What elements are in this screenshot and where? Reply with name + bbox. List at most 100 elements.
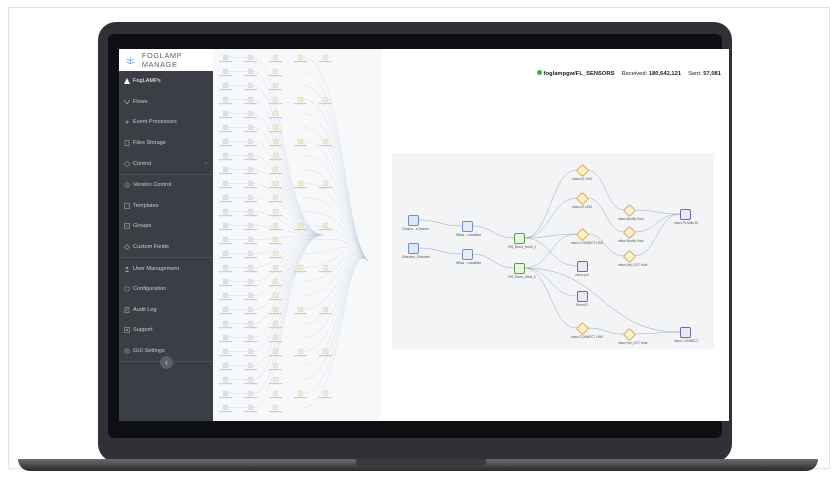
flow-node-icon [461,221,473,232]
sidebar-nav: FogLAMPs Flows Event Processors Files St… [119,71,213,363]
flow-node-icon [575,227,589,242]
laptop-notch [356,459,486,469]
flow-node-label: mbus Modify Host [618,217,644,221]
flow-node[interactable]: mbus CONNECT UNS [571,321,603,339]
flow-node[interactable]: Cleaner - sCleaner [402,215,429,231]
flow-canvas[interactable]: Cleaner - sCleaner Dissolver_Dissolver MBu… [392,153,714,349]
app-screen: FOGLAMP MANAGE FogLAMPs Flows Event Proc… [119,49,729,421]
flow-node-label: mbus AT UNS [572,177,592,181]
flow-edge [523,267,578,297]
sidebar-item-control[interactable]: Control › [119,153,213,175]
flow-node-label: mbus CONNECT [674,339,699,343]
sidebar-item-templates[interactable]: Templates [119,196,213,217]
custom-fields-icon [124,244,130,251]
flow-node-label: mbus CONNECT UNS [571,241,603,245]
settings-icon [124,348,130,354]
control-icon [124,161,130,167]
instance-status-bar: foglampgw/FL_SENSORS Received: 180,642,1… [536,70,721,77]
sidebar-item-label: User Management [133,265,180,272]
sidebar-item-groups[interactable]: Groups [119,216,213,237]
sidebar-item-support[interactable]: Support [119,320,213,341]
sidebar-item-label: Files Storage [133,140,166,147]
flow-node-icon [622,203,636,218]
sidebar-item-configuration[interactable]: Configuration [119,279,213,300]
flow-node-label: mbus Hst_GCT Host [618,341,648,345]
flow-node[interactable]: mbus AT UNS [571,191,593,209]
flow-node[interactable]: Rmm AT [571,291,593,307]
lightning-icon [125,119,129,126]
flow-node[interactable]: mbus Hst_GCT Host [618,249,648,267]
sidebar: FOGLAMP MANAGE FogLAMPs Flows Event Proc… [119,49,213,421]
sidebar-item-label: Templates [133,202,159,209]
flow-node-label: mbus Ps Mish AT [674,221,699,225]
foglamp-icon [124,78,130,85]
flow-node[interactable]: mbus CONNECT [674,327,699,343]
flow-node-icon [407,215,419,226]
flow-node-icon [622,225,636,240]
pipeline-overview[interactable] [213,49,381,421]
flow-node[interactable]: mbus Hst_GCT Host [618,327,648,345]
flow-node-label: mbus pul [575,273,589,277]
flow-node[interactable]: mbus Modify Host [618,225,644,243]
flow-node-icon [407,243,419,254]
flows-icon [124,99,130,105]
main-panel: foglampgw/FL_SENSORS Received: 180,642,1… [381,49,729,421]
flow-node-icon [576,261,588,272]
sidebar-item-flows[interactable]: Flows [119,92,213,113]
received-count: Received: 180,642,121 [621,70,682,77]
flow-node-icon [622,327,636,342]
sidebar-item-label: Support [133,327,153,334]
flow-node[interactable]: VW_Blood_West_4 [508,263,536,279]
flow-node-label: mbus Modify Host [618,239,644,243]
chevron-right-icon: › [205,160,207,167]
flow-node[interactable]: Dissolver_Dissolver [402,243,430,259]
sidebar-item-label: Flows [133,98,148,105]
sidebar-item-event-processors[interactable]: Event Processors [119,112,213,133]
sidebar-item-version-control[interactable]: Version Control [119,175,213,196]
flow-node-icon [513,233,525,244]
sidebar-item-label: Version Control [133,182,172,189]
sent-count: Sent: 57,081 [688,70,721,77]
app-logo[interactable]: FOGLAMP MANAGE [119,49,213,71]
sidebar-item-label: Control [133,160,152,167]
flow-node-icon [576,291,588,302]
sidebar-item-audit-log[interactable]: Audit Log [119,300,213,321]
collapse-sidebar-button[interactable]: ‹ [160,356,173,369]
status-dot-icon [536,70,542,75]
sidebar-item-label: Event Processors [133,119,177,126]
flow-node[interactable]: mbus Modify Host [618,203,644,221]
flow-node-icon [461,249,473,260]
pipeline-graph [219,54,369,413]
sidebar-item-files-storage[interactable]: Files Storage [119,133,213,154]
flow-node-icon [575,321,589,336]
sidebar-item-user-management[interactable]: User Management [119,258,213,279]
flow-node-label: VW_Blood_North_2 [508,245,537,249]
sidebar-item-custom-fields[interactable]: Custom Fields [119,237,213,259]
flow-node[interactable]: MBus - n.stabilize [456,221,481,237]
sidebar-item-label: Groups [133,223,152,230]
flow-node[interactable]: mbus Ps Mish AT [674,209,699,225]
flow-node[interactable]: MBus - n.stabilize [456,249,481,265]
flow-node-icon [622,249,636,264]
support-icon [124,327,130,334]
flow-node[interactable]: VW_Blood_North_2 [508,233,537,249]
template-icon [124,203,130,209]
flow-node[interactable]: mbus pul [571,261,593,277]
history-icon [124,182,130,188]
flow-node-icon [679,209,691,220]
file-icon [124,140,130,146]
flow-node[interactable]: mbus CONNECT UNS [571,227,603,245]
flow-node[interactable]: mbus AT UNS [571,163,593,181]
flow-edge [523,237,578,267]
flow-node-icon [575,191,589,206]
gear-icon [124,286,130,292]
flow-edge [523,169,578,239]
flow-node-label: mbus Hst_GCT Host [618,263,648,267]
audit-log-icon [124,306,130,313]
flow-node-label: Rmm AT [575,303,589,307]
sidebar-item-foglamps[interactable]: FogLAMPs [119,71,213,92]
instance-name[interactable]: foglampgw/FL_SENSORS [536,70,614,77]
sidebar-item-label: GUI Settings [133,348,165,355]
flow-edge [523,267,681,333]
app-name: FOGLAMP MANAGE [141,51,183,69]
